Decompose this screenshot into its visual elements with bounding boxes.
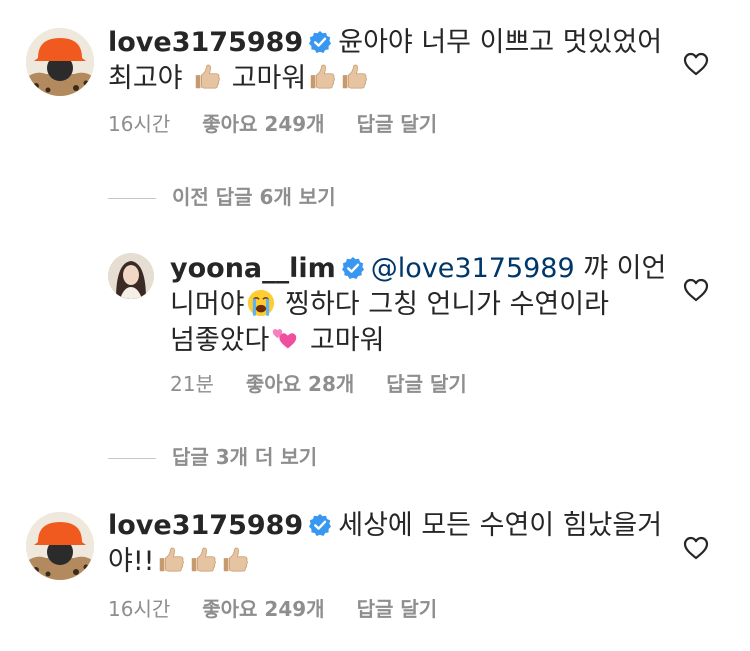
thumbs-up-emoji [339, 62, 369, 92]
thumbs-up-emoji [307, 62, 337, 92]
comment-body: love3175989 윤아야 너무 이쁘고 멋있었어 최고야 고마워 [108, 25, 668, 97]
comment-meta: 21분 좋아요 28개 답글 달기 [170, 368, 499, 397]
comment-text: 넘좋았다 [170, 325, 270, 356]
comment-time: 16시간 [108, 112, 171, 136]
comment-username[interactable]: yoona__lim [170, 253, 336, 284]
comment-body: love3175989 세상에 모든 수연이 힘났을거 야!! [108, 508, 668, 580]
comment-text: 야!! [108, 546, 155, 577]
heart-outline-icon[interactable] [683, 278, 709, 302]
mention-link[interactable]: @love3175989 [371, 253, 575, 284]
comment-text: 꺄 이언 [583, 253, 667, 284]
thumbs-up-emoji [192, 62, 222, 92]
comment-time: 21분 [170, 372, 214, 396]
comment-text: 고마워 [231, 63, 307, 94]
likes-count[interactable]: 좋아요 249개 [202, 597, 324, 621]
two-hearts-emoji [270, 324, 300, 354]
comment-username[interactable]: love3175989 [108, 27, 303, 58]
comment-text: 윤아야 너무 이쁘고 멋있었어 [338, 27, 663, 58]
divider [108, 198, 156, 199]
reply-button[interactable]: 답글 달기 [357, 112, 438, 136]
reply-button[interactable]: 답글 달기 [386, 372, 467, 396]
likes-count[interactable]: 좋아요 249개 [202, 112, 324, 136]
comment-text: 고마워 [309, 325, 385, 356]
avatar[interactable] [108, 253, 154, 299]
verified-badge-icon [341, 256, 365, 280]
verified-badge-icon [308, 513, 332, 537]
loudly-crying-face-emoji [246, 288, 276, 318]
comment-time: 16시간 [108, 597, 171, 621]
thumbs-up-emoji [220, 545, 250, 575]
verified-badge-icon [308, 30, 332, 54]
view-more-replies[interactable]: 답글 3개 더 보기 [108, 441, 317, 470]
reply-body: yoona__lim @love3175989 꺄 이언 니머야 찡하다 그칭 언… [170, 251, 670, 359]
comment-text: 니머야 [170, 289, 245, 320]
thumbs-up-emoji [188, 545, 218, 575]
likes-count[interactable]: 좋아요 28개 [246, 372, 354, 396]
comment-meta: 16시간 좋아요 249개 답글 달기 [108, 593, 469, 622]
comment-text: 최고야 [108, 63, 183, 94]
thumbs-up-emoji [156, 545, 186, 575]
comment-username[interactable]: love3175989 [108, 510, 303, 541]
reply-button[interactable]: 답글 달기 [357, 597, 438, 621]
heart-outline-icon[interactable] [683, 536, 709, 560]
comment-text: 세상에 모든 수연이 힘났을거 [338, 510, 663, 541]
comment-meta: 16시간 좋아요 249개 답글 달기 [108, 108, 469, 137]
heart-outline-icon[interactable] [683, 52, 709, 76]
divider [108, 458, 156, 459]
view-previous-replies[interactable]: 이전 답글 6개 보기 [108, 181, 336, 210]
avatar[interactable] [26, 512, 94, 580]
avatar[interactable] [26, 28, 94, 96]
comment-text: 찡하다 그칭 언니가 수연이라 [285, 289, 609, 320]
